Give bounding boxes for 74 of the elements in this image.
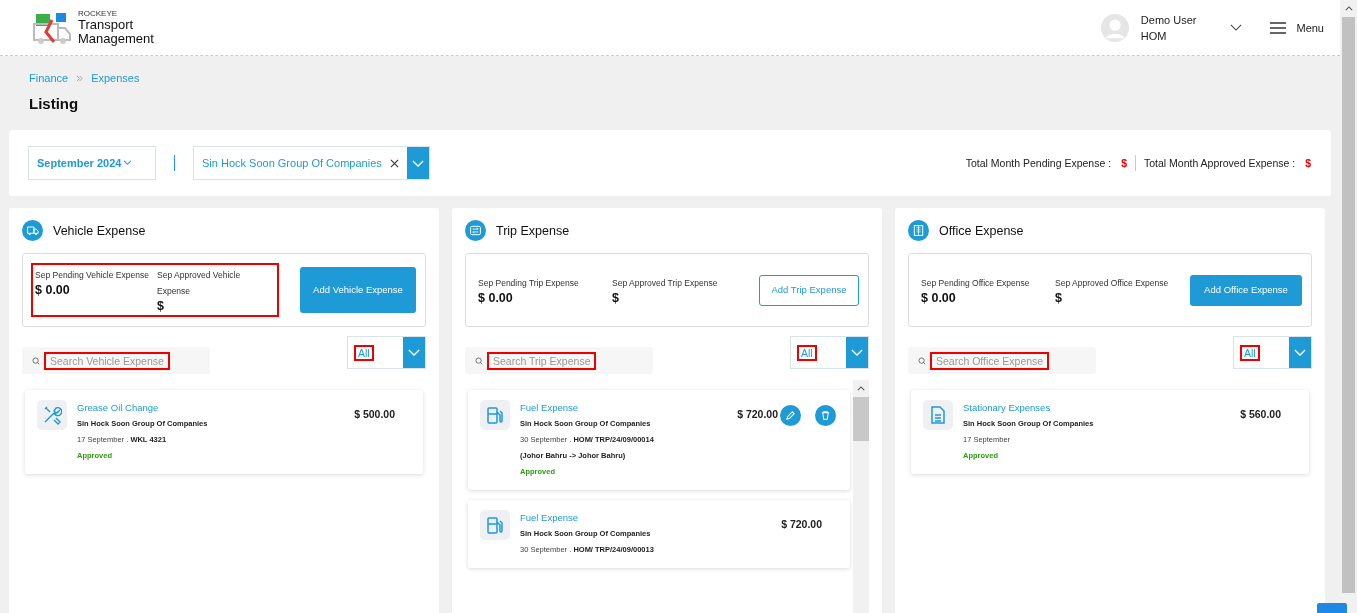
status-select[interactable]: All (347, 336, 426, 369)
scrollbar-thumb[interactable] (853, 397, 869, 441)
add-expense-button[interactable]: Add Office Expense (1190, 274, 1302, 306)
brand-subtitle: ROCKEYE (78, 9, 119, 18)
user-name: Demo User (1140, 12, 1197, 28)
search-icon (918, 356, 926, 365)
expense-amount: $ 720.00 (737, 408, 778, 420)
breadcrumb-link[interactable]: Expenses (91, 72, 140, 84)
menu-button[interactable]: Menu (1270, 21, 1324, 34)
approved-label: Sep Approved Trip Expense (612, 277, 719, 290)
scrollbar-thumb[interactable] (1342, 17, 1355, 593)
search-icon (475, 356, 483, 365)
total-approved-label: Total Month Approved Expense : (1143, 157, 1296, 169)
double-chevron-icon (76, 74, 84, 82)
pending-value: $ 0.00 (35, 283, 71, 297)
breadcrumb-link[interactable]: Finance (29, 72, 69, 84)
scrollbar[interactable] (853, 380, 869, 613)
panel-title: Office Expense (939, 223, 1024, 238)
status-select[interactable]: All (1233, 336, 1312, 369)
clear-icon[interactable] (389, 158, 399, 168)
status-select[interactable]: All (790, 336, 869, 369)
building-icon (908, 220, 929, 241)
search-field[interactable]: Search Trip Expense (465, 347, 653, 374)
approved-value: $ (612, 291, 620, 305)
pending-value: $ 0.00 (921, 291, 957, 305)
fuel-pump-icon (485, 515, 505, 535)
expense-title[interactable]: Stationary Expenses (963, 400, 1203, 416)
truck-icon (22, 220, 43, 241)
scroll-up-icon[interactable] (1344, 6, 1353, 11)
total-pending-label: Total Month Pending Expense : (965, 157, 1112, 169)
total-pending-value: $ (1121, 157, 1127, 169)
pending-label: Sep Pending Vehicle Expense (35, 269, 150, 282)
brand-title: Transport Management (78, 18, 154, 46)
pending-value: $ 0.00 (478, 291, 514, 305)
pending-label: Sep Pending Trip Expense (478, 277, 580, 290)
month-picker[interactable]: September 2024 (28, 146, 156, 180)
delete-button[interactable] (815, 405, 836, 426)
menu-icon (1270, 21, 1287, 34)
edit-button[interactable] (780, 405, 801, 426)
chevron-down-icon (1294, 349, 1306, 356)
add-expense-button[interactable]: Add Vehicle Expense (300, 267, 416, 313)
expense-amount: $ 500.00 (354, 408, 395, 420)
search-icon (32, 356, 40, 365)
approved-value: $ (1055, 291, 1063, 305)
search-field[interactable]: Search Office Expense (908, 347, 1096, 374)
expense-amount: $ 560.00 (1240, 408, 1281, 420)
panel-title: Vehicle Expense (53, 223, 146, 238)
chevron-down-icon (851, 349, 863, 356)
user-role: HOM (1140, 28, 1168, 44)
chevron-down-icon[interactable] (1230, 24, 1243, 31)
tools-icon (42, 405, 62, 425)
company-select[interactable]: Sin Hock Soon Group Of Companies (193, 146, 430, 180)
total-approved-value: $ (1305, 157, 1311, 169)
trash-icon (820, 410, 831, 421)
chevron-down-icon (411, 159, 424, 167)
panel-title: Trip Expense (496, 223, 570, 238)
route-icon (465, 220, 486, 241)
expense-title[interactable]: Fuel Expense (520, 400, 670, 416)
fuel-pump-icon (485, 405, 505, 425)
expense-title[interactable]: Grease Oil Change (77, 400, 317, 416)
expense-title[interactable]: Fuel Expense (520, 510, 670, 526)
scroll-up-icon[interactable] (857, 386, 865, 391)
add-expense-button[interactable]: Add Trip Expense (759, 274, 859, 306)
page-title: Listing (29, 95, 80, 112)
pending-label: Sep Pending Office Expense (921, 277, 1031, 290)
approved-value: $ (157, 299, 165, 313)
expense-amount: $ 720.00 (781, 518, 822, 530)
chevron-down-icon (408, 349, 420, 356)
chevron-down-icon (123, 160, 133, 166)
pencil-icon (785, 410, 796, 421)
document-icon (928, 405, 948, 425)
approved-label: Sep Approved Office Expense (1055, 277, 1170, 290)
approved-label: Sep Approved Vehicle Expense (157, 269, 242, 298)
search-field[interactable]: Search Vehicle Expense (22, 347, 210, 374)
